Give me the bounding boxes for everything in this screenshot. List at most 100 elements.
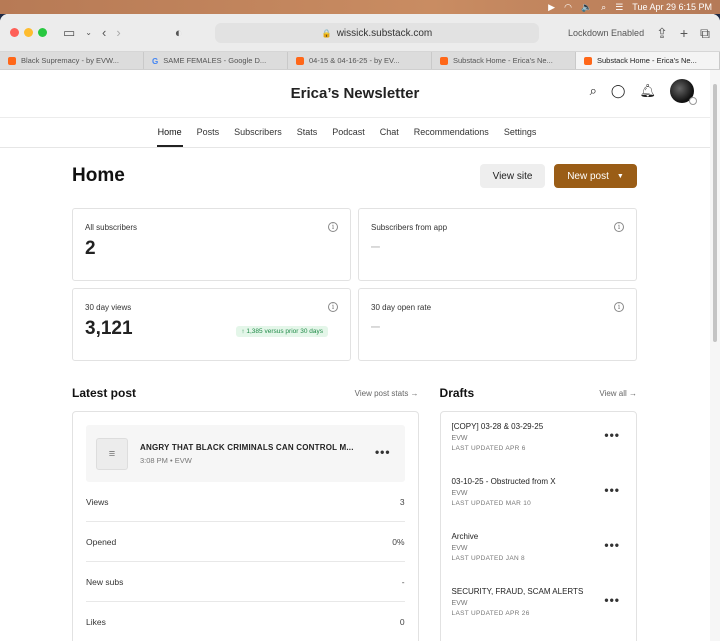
stat-card-subscribers-from-app[interactable]: Subscribers from app – i [358,208,637,281]
page-content: Erica’s Newsletter ⌕ ◯ 🔔︎ Home Posts Sub… [0,70,710,641]
close-window-button[interactable] [10,28,19,37]
sidebar-icon[interactable]: ▭ [63,26,75,39]
draft-item[interactable]: Archive EVW LAST UPDATED JAN 8 ••• [452,532,624,587]
window-controls [10,28,47,37]
tab-settings[interactable]: Settings [503,118,538,147]
view-all-drafts-link[interactable]: View all → [599,389,637,398]
drafts-header: Drafts View all → [440,381,637,405]
post-stat-row: New subs - [86,562,405,602]
menu-clock[interactable]: Tue Apr 29 6:15 PM [632,0,712,14]
tab-recommendations[interactable]: Recommendations [413,118,490,147]
stat-label: All subscribers [85,223,138,232]
wifi-icon[interactable]: ◠ [564,0,572,14]
info-icon[interactable]: i [614,302,624,312]
zoom-window-button[interactable] [38,28,47,37]
page-scrollbar[interactable] [710,70,720,641]
row-value: 3 [399,496,405,507]
address-url: wissick.substack.com [336,27,433,39]
tab-subscribers[interactable]: Subscribers [233,118,283,147]
browser-tab[interactable]: G SAME FEMALES - Google D... [144,52,288,69]
back-icon[interactable]: ‹ [102,26,106,39]
page-title: Home [72,165,125,186]
row-value: 0 [399,617,405,627]
browser-tab[interactable]: Substack Home - Erica's Ne... [432,52,576,69]
tab-posts[interactable]: Posts [196,118,221,147]
play-status-icon[interactable]: ▶ [548,0,555,14]
section-title: Drafts [439,386,475,400]
substack-favicon-icon [584,56,592,65]
more-options-icon[interactable]: ••• [604,593,620,607]
tab-chat[interactable]: Chat [379,118,400,147]
privacy-shield-icon[interactable]: ◐ [175,26,183,39]
share-icon[interactable]: ⇪ [656,25,668,42]
row-label: Views [86,496,109,507]
drafts-card: [COPY] 03-28 & 03-29-25 EVW LAST UPDATED… [439,411,637,641]
address-bar[interactable]: 🔒 wissick.substack.com [215,23,539,43]
scrollbar-thumb[interactable] [713,84,717,342]
toolbar-right: Lockdown Enabled ⇪ + ⧉ [568,14,710,52]
tab-home[interactable]: Home [156,118,183,147]
view-post-stats-link[interactable]: View post stats → [355,389,419,398]
browser-tab[interactable]: 04-15 & 04-16-25 - by EV... [288,52,432,69]
info-icon[interactable]: i [328,222,338,232]
new-tab-icon[interactable]: + [680,25,688,41]
control-center-icon[interactable]: ☰ [615,0,623,14]
more-options-icon[interactable]: ••• [604,428,620,442]
browser-window: ▭ ⌄ ‹ › ◐ 🔒 wissick.substack.com Lockdow… [0,14,720,641]
tab-podcast[interactable]: Podcast [331,118,366,147]
forward-icon[interactable]: › [116,26,120,39]
draft-author: EVW [451,545,468,552]
chat-bubble-icon[interactable]: ◯ [611,83,626,99]
stat-value: 2 [85,238,96,259]
draft-item[interactable]: [COPY] 03-28 & 03-29-25 EVW LAST UPDATED… [452,422,624,477]
draft-updated: LAST UPDATED MAR 10 [451,500,532,507]
new-post-label: New post [567,170,609,182]
stat-label: Subscribers from app [371,223,448,232]
draft-author: EVW [451,600,468,607]
bell-icon[interactable]: 🔔︎ [639,83,656,99]
browser-tab[interactable]: Black Supremacy - by EVW... [0,52,144,69]
draft-item[interactable]: 03-10-25 - Obstructed from X EVW LAST UP… [452,477,624,532]
arrow-right-icon: → [410,388,419,398]
row-label: Likes [86,617,106,627]
avatar[interactable] [670,79,697,105]
chevron-down-icon[interactable]: ⌄ [85,28,92,37]
minimize-window-button[interactable] [24,28,33,37]
stat-value: – [371,318,380,335]
tab-label: 04-15 & 04-16-25 - by EV... [309,56,400,65]
publication-title[interactable]: Erica’s Newsletter [291,85,420,102]
stat-card-all-subscribers[interactable]: All subscribers 2 i [72,208,351,281]
draft-title: [COPY] 03-28 & 03-29-25 [451,422,544,431]
drafts-section: Drafts View all → [COPY] 03-28 & 03-29-2… [439,381,637,641]
search-icon[interactable]: ⌕ [590,83,597,99]
more-options-icon[interactable]: ••• [604,538,620,552]
new-post-button[interactable]: New post ▼ [554,164,637,188]
substack-favicon-icon [8,56,16,65]
search-icon[interactable]: ⌕ [601,0,606,14]
post-stat-row: Opened 0% [86,522,405,562]
more-options-icon[interactable]: ••• [604,483,620,497]
stat-label: 30 day open rate [371,303,432,312]
document-icon: ≡ [96,437,128,470]
post-stat-row: Views 3 [86,482,405,522]
stats-grid: All subscribers 2 i Subscribers from app… [72,208,637,361]
more-options-icon[interactable]: ••• [375,445,391,459]
stat-card-30-day-views[interactable]: 30 day views 3,121 ↑ 1,385 versus prior … [72,288,351,361]
macos-menu-bar: ▶ ◠ 🔈 ⌕ ☰ Tue Apr 29 6:15 PM [0,0,720,14]
tab-label: Substack Home - Erica's Ne... [453,56,553,65]
browser-tab-active[interactable]: Substack Home - Erica's Ne... [576,52,720,69]
draft-item[interactable]: SECURITY, FRAUD, SCAM ALERTS EVW LAST UP… [452,587,624,641]
tab-overview-icon[interactable]: ⧉ [700,25,710,42]
info-icon[interactable]: i [328,302,338,312]
latest-post-item[interactable]: ≡ ANGRY THAT BLACK CRIMINALS CAN CONTROL… [86,425,405,482]
lockdown-status: Lockdown Enabled [568,28,645,38]
stat-label: 30 day views [85,303,132,312]
tab-stats[interactable]: Stats [296,118,319,147]
volume-icon[interactable]: 🔈 [581,0,592,14]
view-site-button[interactable]: View site [480,164,545,188]
info-icon[interactable]: i [614,222,624,232]
stat-card-30-day-open-rate[interactable]: 30 day open rate – i [358,288,637,361]
stat-value: – [371,238,380,255]
draft-updated: LAST UPDATED APR 6 [451,445,526,452]
google-favicon-icon: G [152,56,159,66]
